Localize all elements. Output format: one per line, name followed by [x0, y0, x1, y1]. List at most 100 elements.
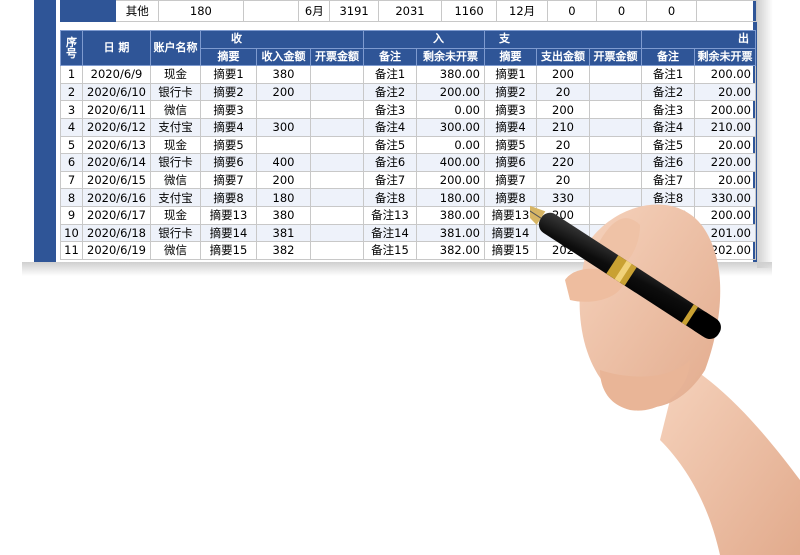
- invoice-amount2-cell[interactable]: [589, 82, 642, 102]
- summary2-cell[interactable]: 摘要5: [484, 135, 537, 155]
- income-amount-cell[interactable]: 381: [256, 223, 311, 243]
- date-cell[interactable]: 2020/6/12: [82, 117, 151, 137]
- summary-v1[interactable]: 0: [547, 0, 597, 22]
- account-cell[interactable]: 微信: [150, 100, 201, 119]
- invoice-amount-cell[interactable]: [310, 188, 364, 207]
- invoice-amount-cell[interactable]: [310, 223, 364, 243]
- summary2-cell[interactable]: 摘要4: [484, 117, 537, 137]
- summary-m2[interactable]: 2031: [377, 0, 443, 22]
- summary-cell[interactable]: 摘要13: [200, 205, 257, 225]
- invoice-amount2-cell[interactable]: [589, 153, 642, 172]
- income-amount-cell[interactable]: [256, 100, 311, 119]
- account-cell[interactable]: 银行卡: [150, 82, 201, 102]
- date-cell[interactable]: 2020/6/15: [82, 170, 151, 190]
- expense-amount-cell[interactable]: 20: [536, 135, 590, 155]
- invoice-amount2-cell[interactable]: [589, 65, 642, 84]
- remark-cell[interactable]: 备注2: [363, 82, 417, 102]
- remark2-cell[interactable]: 备注1: [641, 65, 695, 84]
- invoice-amount-cell[interactable]: [310, 241, 364, 260]
- remark-cell[interactable]: 备注14: [363, 223, 417, 243]
- summary-cell[interactable]: 摘要2: [200, 82, 257, 102]
- expense-amount-cell[interactable]: 200: [536, 65, 590, 84]
- income-amount-cell[interactable]: 400: [256, 153, 311, 172]
- date-cell[interactable]: 2020/6/13: [82, 135, 151, 155]
- remark-cell[interactable]: 备注5: [363, 135, 417, 155]
- account-cell[interactable]: 支付宝: [150, 117, 201, 137]
- income-amount-cell[interactable]: 380: [256, 65, 311, 84]
- account-cell[interactable]: 现金: [150, 205, 201, 225]
- invoice-amount-cell[interactable]: [310, 65, 364, 84]
- remark2-cell[interactable]: 备注2: [641, 82, 695, 102]
- remark-cell[interactable]: 备注13: [363, 205, 417, 225]
- summary-cell[interactable]: 摘要3: [200, 100, 257, 119]
- date-cell[interactable]: 2020/6/16: [82, 188, 151, 207]
- income-amount-cell[interactable]: 380: [256, 205, 311, 225]
- date-cell[interactable]: 2020/6/17: [82, 205, 151, 225]
- summary2-cell[interactable]: 摘要14: [484, 223, 537, 243]
- income-amount-cell[interactable]: 200: [256, 82, 311, 102]
- invoice-amount-cell[interactable]: [310, 135, 364, 155]
- remark2-cell[interactable]: 备注3: [641, 100, 695, 119]
- summary2-cell[interactable]: 摘要2: [484, 82, 537, 102]
- income-amount-cell[interactable]: 300: [256, 117, 311, 137]
- invoice-amount-cell[interactable]: [310, 82, 364, 102]
- income-amount-cell[interactable]: 382: [256, 241, 311, 260]
- invoice-amount-cell[interactable]: [310, 170, 364, 190]
- expense-amount-cell[interactable]: 220: [536, 153, 590, 172]
- summary2-cell[interactable]: 摘要3: [484, 100, 537, 119]
- date-cell[interactable]: 2020/6/11: [82, 100, 151, 119]
- summary-cell[interactable]: 摘要14: [200, 223, 257, 243]
- date-cell[interactable]: 2020/6/9: [82, 65, 151, 84]
- summary-cell[interactable]: 摘要15: [200, 241, 257, 260]
- summary2-cell[interactable]: 摘要7: [484, 170, 537, 190]
- remark-cell[interactable]: 备注1: [363, 65, 417, 84]
- summary-cell[interactable]: 摘要1: [200, 65, 257, 84]
- remark-cell[interactable]: 备注15: [363, 241, 417, 260]
- account-cell[interactable]: 银行卡: [150, 153, 201, 172]
- summary-v3[interactable]: 0: [646, 0, 697, 22]
- summary-cell[interactable]: 摘要4: [200, 117, 257, 137]
- summary-v2[interactable]: 0: [595, 0, 648, 22]
- invoice-amount-cell[interactable]: [310, 153, 364, 172]
- summary-cell[interactable]: 摘要6: [200, 153, 257, 172]
- income-amount-cell[interactable]: 200: [256, 170, 311, 190]
- remark-cell[interactable]: 备注4: [363, 117, 417, 137]
- invoice-amount-cell[interactable]: [310, 205, 364, 225]
- expense-amount-cell[interactable]: 200: [536, 100, 590, 119]
- invoice-amount2-cell[interactable]: [589, 100, 642, 119]
- summary-cell[interactable]: 摘要5: [200, 135, 257, 155]
- summary-m3[interactable]: 1160: [441, 0, 498, 22]
- invoice-amount2-cell[interactable]: [589, 135, 642, 155]
- date-cell[interactable]: 2020/6/14: [82, 153, 151, 172]
- expense-amount-cell[interactable]: 210: [536, 117, 590, 137]
- remark2-cell[interactable]: 备注6: [641, 153, 695, 172]
- remark-cell[interactable]: 备注3: [363, 100, 417, 119]
- summary2-cell[interactable]: 摘要1: [484, 65, 537, 84]
- remark2-cell[interactable]: 备注5: [641, 135, 695, 155]
- invoice-amount2-cell[interactable]: [589, 117, 642, 137]
- account-cell[interactable]: 微信: [150, 170, 201, 190]
- summary-cell[interactable]: 摘要7: [200, 170, 257, 190]
- date-cell[interactable]: 2020/6/19: [82, 241, 151, 260]
- invoice-amount-cell[interactable]: [310, 117, 364, 137]
- summary-m1[interactable]: 3191: [329, 0, 379, 22]
- remark-cell[interactable]: 备注7: [363, 170, 417, 190]
- remark2-cell[interactable]: 备注4: [641, 117, 695, 137]
- summary2-cell[interactable]: 摘要6: [484, 153, 537, 172]
- summary-cell[interactable]: 摘要8: [200, 188, 257, 207]
- account-cell[interactable]: 银行卡: [150, 223, 201, 243]
- income-amount-cell[interactable]: [256, 135, 311, 155]
- remark-cell[interactable]: 备注8: [363, 188, 417, 207]
- summary2-cell[interactable]: 摘要8: [484, 188, 537, 207]
- date-cell[interactable]: 2020/6/18: [82, 223, 151, 243]
- account-cell[interactable]: 现金: [150, 135, 201, 155]
- summary-col2[interactable]: [242, 0, 300, 22]
- remark-cell[interactable]: 备注6: [363, 153, 417, 172]
- account-cell[interactable]: 支付宝: [150, 188, 201, 207]
- account-cell[interactable]: 现金: [150, 65, 201, 84]
- invoice-amount-cell[interactable]: [310, 100, 364, 119]
- account-cell[interactable]: 微信: [150, 241, 201, 260]
- expense-amount-cell[interactable]: 20: [536, 82, 590, 102]
- summary2-cell[interactable]: 摘要13: [484, 205, 537, 225]
- summary-col1[interactable]: 180: [157, 0, 244, 22]
